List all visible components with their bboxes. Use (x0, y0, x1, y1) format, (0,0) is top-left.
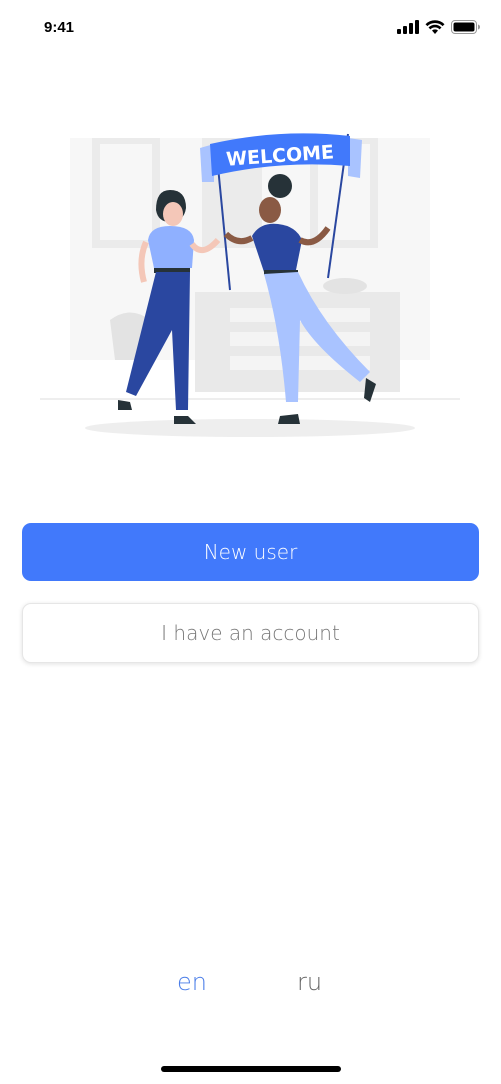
floor-shadow (85, 419, 415, 437)
wifi-icon (425, 20, 445, 34)
new-user-button[interactable]: New user (22, 523, 479, 581)
language-option-ru[interactable]: ru (297, 968, 322, 996)
battery-icon (451, 20, 480, 34)
language-option-en[interactable]: en (177, 968, 207, 996)
have-account-button[interactable]: I have an account (22, 603, 479, 663)
home-indicator[interactable] (161, 1066, 341, 1072)
status-time: 9:41 (44, 19, 75, 36)
cellular-signal-icon (397, 20, 419, 34)
welcome-illustration: WELCOME (40, 133, 460, 437)
background-room (40, 138, 460, 400)
status-bar: 9:41 (0, 0, 501, 60)
status-icons (397, 20, 481, 34)
